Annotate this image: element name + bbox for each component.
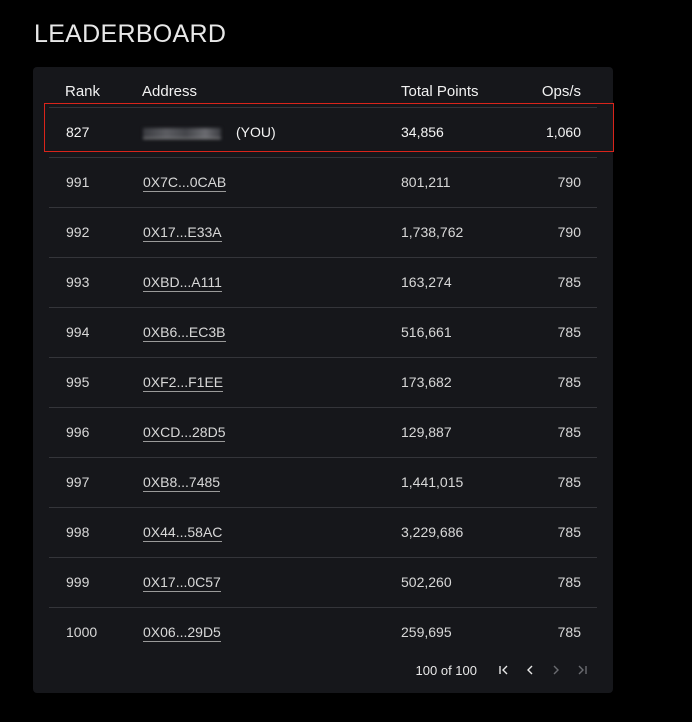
address-link[interactable]: 0X06...29D5 bbox=[143, 624, 221, 642]
address-link[interactable]: 0XF2...F1EE bbox=[143, 374, 224, 392]
rank-cell: 997 bbox=[66, 474, 90, 490]
points-cell: 129,887 bbox=[401, 424, 452, 440]
rank-cell: 998 bbox=[66, 524, 90, 540]
table-row: 998 0X44...58AC 3,229,686 785 bbox=[49, 507, 597, 557]
points-cell: 173,682 bbox=[401, 374, 452, 390]
ops-cell: 785 bbox=[557, 624, 581, 640]
rank-cell: 996 bbox=[66, 424, 90, 440]
last-page-button[interactable] bbox=[569, 660, 595, 680]
chevron-left-icon bbox=[527, 665, 533, 675]
last-page-icon bbox=[578, 665, 587, 675]
ops-cell: 785 bbox=[557, 274, 581, 290]
first-page-button[interactable] bbox=[491, 660, 517, 680]
table-row: 995 0XF2...F1EE 173,682 785 bbox=[49, 357, 597, 407]
points-cell: 502,260 bbox=[401, 574, 452, 590]
points-cell: 1,441,015 bbox=[401, 474, 464, 490]
column-header-total-points: Total Points bbox=[401, 83, 479, 100]
table-row: 1000 0X06...29D5 259,695 785 bbox=[49, 607, 597, 657]
table-row: 996 0XCD...28D5 129,887 785 bbox=[49, 407, 597, 457]
redacted-address-link[interactable] bbox=[143, 127, 221, 139]
points-cell: 163,274 bbox=[401, 274, 452, 290]
table-row: 992 0X17...E33A 1,738,762 790 bbox=[49, 207, 597, 257]
ops-cell: 785 bbox=[557, 374, 581, 390]
leaderboard-card: Rank Address Total Points Ops/s 827 (YOU… bbox=[33, 67, 614, 693]
column-header-address: Address bbox=[142, 83, 198, 100]
ops-cell: 785 bbox=[557, 474, 581, 490]
column-header-rank: Rank bbox=[65, 83, 101, 100]
table-row: 997 0XB8...7485 1,441,015 785 bbox=[49, 457, 597, 507]
table-row: 993 0XBD...A111 163,274 785 bbox=[49, 257, 597, 307]
page-title: LEADERBOARD bbox=[34, 20, 227, 48]
table-row: 999 0X17...0C57 502,260 785 bbox=[49, 557, 597, 607]
first-page-icon bbox=[499, 665, 508, 675]
ops-cell: 1,060 bbox=[545, 124, 581, 140]
ops-cell: 790 bbox=[557, 224, 581, 240]
points-cell: 34,856 bbox=[401, 124, 444, 140]
address-link[interactable]: 0XB8...7485 bbox=[143, 474, 221, 492]
next-page-button[interactable] bbox=[543, 660, 569, 680]
ops-cell: 785 bbox=[557, 324, 581, 340]
you-label: (YOU) bbox=[236, 124, 276, 140]
ops-cell: 785 bbox=[557, 424, 581, 440]
rank-cell: 999 bbox=[66, 574, 90, 590]
page-count: 100 of 100 bbox=[415, 662, 477, 678]
ops-cell: 790 bbox=[557, 174, 581, 190]
table-body: 827 (YOU) 34,856 1,060 991 0X7C...0CAB 8… bbox=[49, 107, 597, 657]
address-link[interactable]: 0XBD...A111 bbox=[143, 274, 222, 292]
points-cell: 516,661 bbox=[401, 324, 452, 340]
points-cell: 259,695 bbox=[401, 624, 452, 640]
rank-cell: 991 bbox=[66, 174, 90, 190]
address-link[interactable]: 0X7C...0CAB bbox=[143, 174, 227, 192]
ops-cell: 785 bbox=[557, 524, 581, 540]
chevron-right-icon bbox=[553, 665, 559, 675]
page: LEADERBOARD Rank Address Total Points Op… bbox=[0, 0, 692, 722]
column-header-ops: Ops/s bbox=[541, 83, 581, 100]
address-link[interactable]: 0X44...58AC bbox=[143, 524, 223, 542]
rank-cell: 994 bbox=[66, 324, 90, 340]
rank-cell: 993 bbox=[66, 274, 90, 290]
table-row: 994 0XB6...EC3B 516,661 785 bbox=[49, 307, 597, 357]
address-link[interactable]: 0XB6...EC3B bbox=[143, 324, 226, 342]
rank-cell: 1000 bbox=[66, 624, 98, 640]
address-link[interactable]: 0XCD...28D5 bbox=[143, 424, 226, 442]
current-user-row: 827 (YOU) 34,856 1,060 bbox=[49, 107, 597, 157]
pagination: 100 of 100 bbox=[416, 660, 595, 680]
points-cell: 801,211 bbox=[401, 174, 451, 190]
points-cell: 1,738,762 bbox=[401, 224, 464, 240]
address-link[interactable]: 0X17...0C57 bbox=[143, 574, 221, 592]
points-cell: 3,229,686 bbox=[401, 524, 464, 540]
ops-cell: 785 bbox=[557, 574, 581, 590]
rank-cell: 995 bbox=[66, 374, 90, 390]
current-user-address: (YOU) bbox=[143, 124, 276, 140]
rank-cell: 992 bbox=[66, 224, 90, 240]
previous-page-button[interactable] bbox=[517, 660, 543, 680]
table-header: Rank Address Total Points Ops/s bbox=[33, 67, 613, 107]
rank-cell: 827 bbox=[66, 124, 90, 140]
address-link[interactable]: 0X17...E33A bbox=[143, 224, 222, 242]
table-row: 991 0X7C...0CAB 801,211 790 bbox=[49, 157, 597, 207]
